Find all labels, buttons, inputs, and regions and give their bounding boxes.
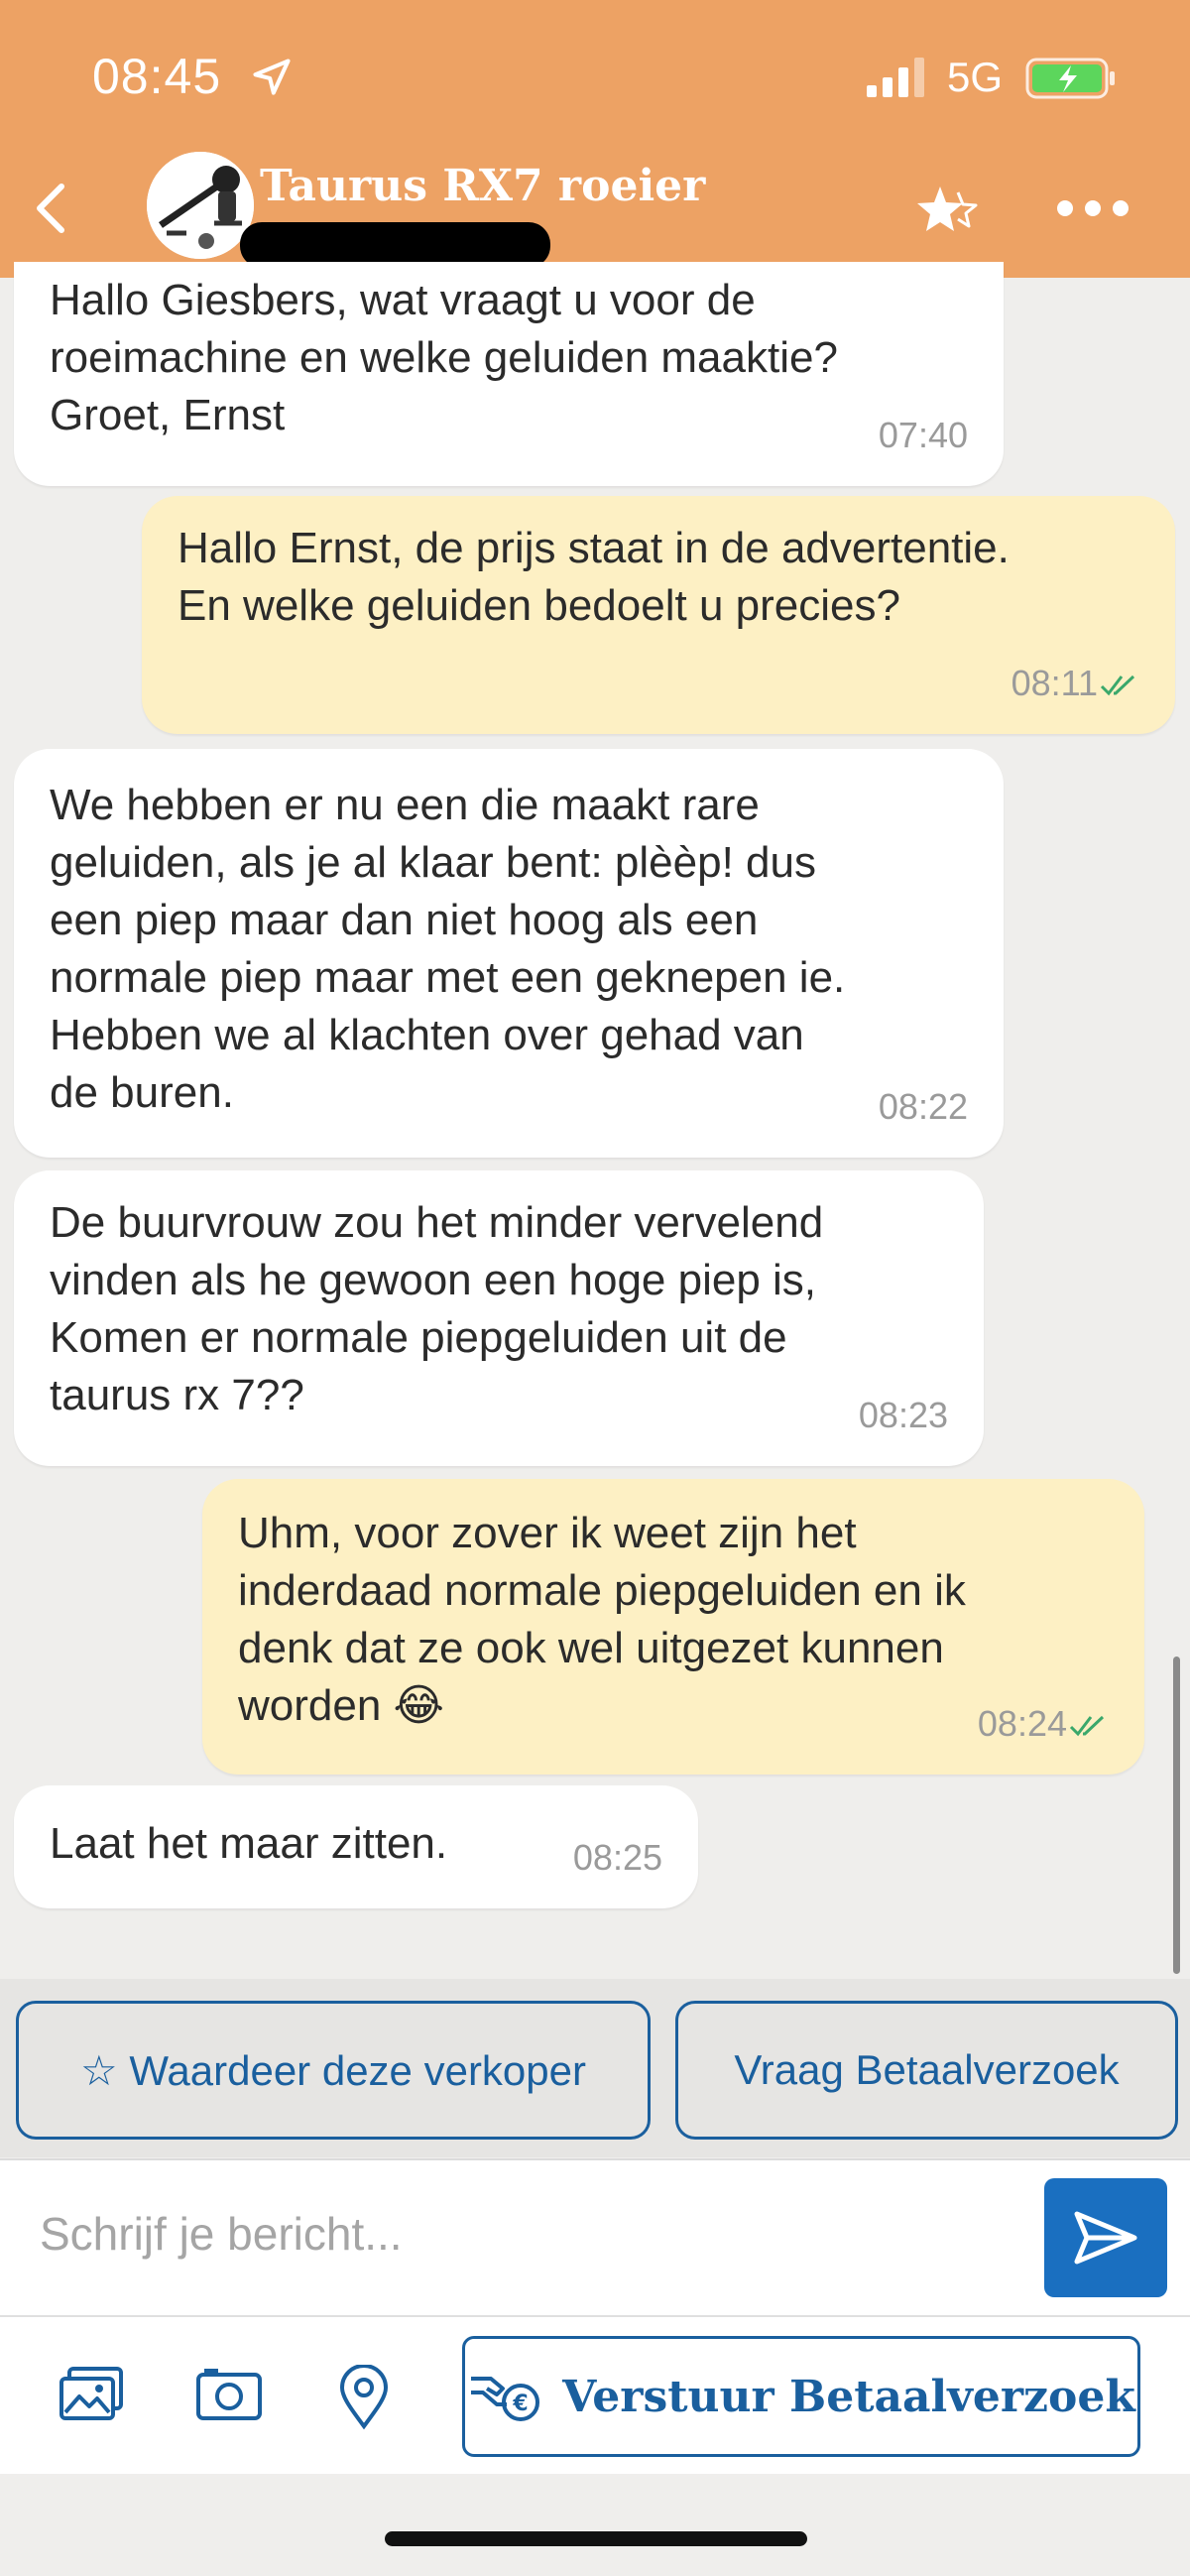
message-text: Hallo Giesbers, wat vraagt u voor de roe… — [50, 276, 838, 439]
battery-charging-icon — [1025, 58, 1115, 99]
avatar[interactable] — [147, 152, 254, 259]
send-icon — [1074, 2211, 1137, 2265]
chat-header: 08:45 5G Taurus RX7 roeier — [0, 0, 1190, 278]
home-indicator[interactable] — [385, 2531, 807, 2546]
message-input[interactable] — [40, 2194, 1012, 2273]
network-type: 5G — [947, 54, 1004, 100]
message-outgoing[interactable]: Hallo Ernst, de prijs staat in de advert… — [142, 496, 1175, 734]
message-text: De buurvrouw zou het minder vervelend vi… — [50, 1198, 824, 1419]
more-options-icon[interactable] — [1055, 198, 1130, 218]
request-payment-button[interactable]: Vraag Betaalverzoek — [675, 2001, 1178, 2140]
favorite-star-icon[interactable] — [914, 181, 980, 244]
message-time: 08:11 — [1011, 663, 1098, 703]
rate-seller-button[interactable]: ☆ Waardeer deze verkoper — [16, 2001, 651, 2140]
message-time: 08:24 — [977, 1703, 1067, 1744]
read-receipt-icon — [1069, 1716, 1105, 1737]
message-text: Laat het maar zitten. — [50, 1819, 448, 1868]
camera-icon[interactable] — [194, 2365, 264, 2424]
send-payment-request-label: Verstuur Betaalverzoek — [562, 2371, 1135, 2422]
message-time: 07:40 — [878, 415, 968, 455]
scrollbar[interactable] — [1173, 1656, 1180, 1974]
back-chevron-icon[interactable] — [22, 179, 81, 238]
chat-title: Taurus RX7 roeier — [260, 161, 706, 211]
message-time-wrap: 08:11 — [1012, 655, 1139, 712]
message-outgoing[interactable]: Uhm, voor zover ik weet zijn het inderda… — [202, 1479, 1144, 1775]
status-time: 08:45 — [92, 49, 222, 104]
send-button[interactable] — [1044, 2178, 1167, 2297]
payment-hand-icon: € — [471, 2377, 540, 2421]
signal-icon — [867, 58, 924, 97]
location-pin-icon[interactable] — [337, 2365, 391, 2430]
message-text: We hebben er nu een die maakt rare gelui… — [50, 781, 846, 1117]
message-incoming[interactable]: Hallo Giesbers, wat vraagt u voor de roe… — [14, 262, 1004, 486]
message-time: 08:22 — [878, 1086, 968, 1127]
svg-text:€: € — [513, 2392, 529, 2416]
message-time-wrap: 08:24 — [978, 1695, 1109, 1753]
message-time: 08:23 — [858, 1395, 948, 1435]
message-incoming[interactable]: De buurvrouw zou het minder vervelend vi… — [14, 1170, 984, 1466]
read-receipt-icon — [1100, 675, 1135, 696]
message-time: 08:25 — [572, 1837, 662, 1878]
rowing-machine-thumbnail — [147, 152, 254, 259]
home-area — [0, 2474, 1190, 2576]
message-incoming[interactable]: We hebben er nu een die maakt rare gelui… — [14, 749, 1004, 1158]
location-arrow-icon — [253, 59, 291, 95]
message-text: Hallo Ernst, de prijs staat in de advert… — [178, 524, 1010, 630]
send-payment-request-button[interactable]: € Verstuur Betaalverzoek — [462, 2336, 1140, 2457]
message-incoming[interactable]: Laat het maar zitten. 08:25 — [14, 1785, 698, 1908]
gallery-icon[interactable] — [58, 2365, 127, 2424]
